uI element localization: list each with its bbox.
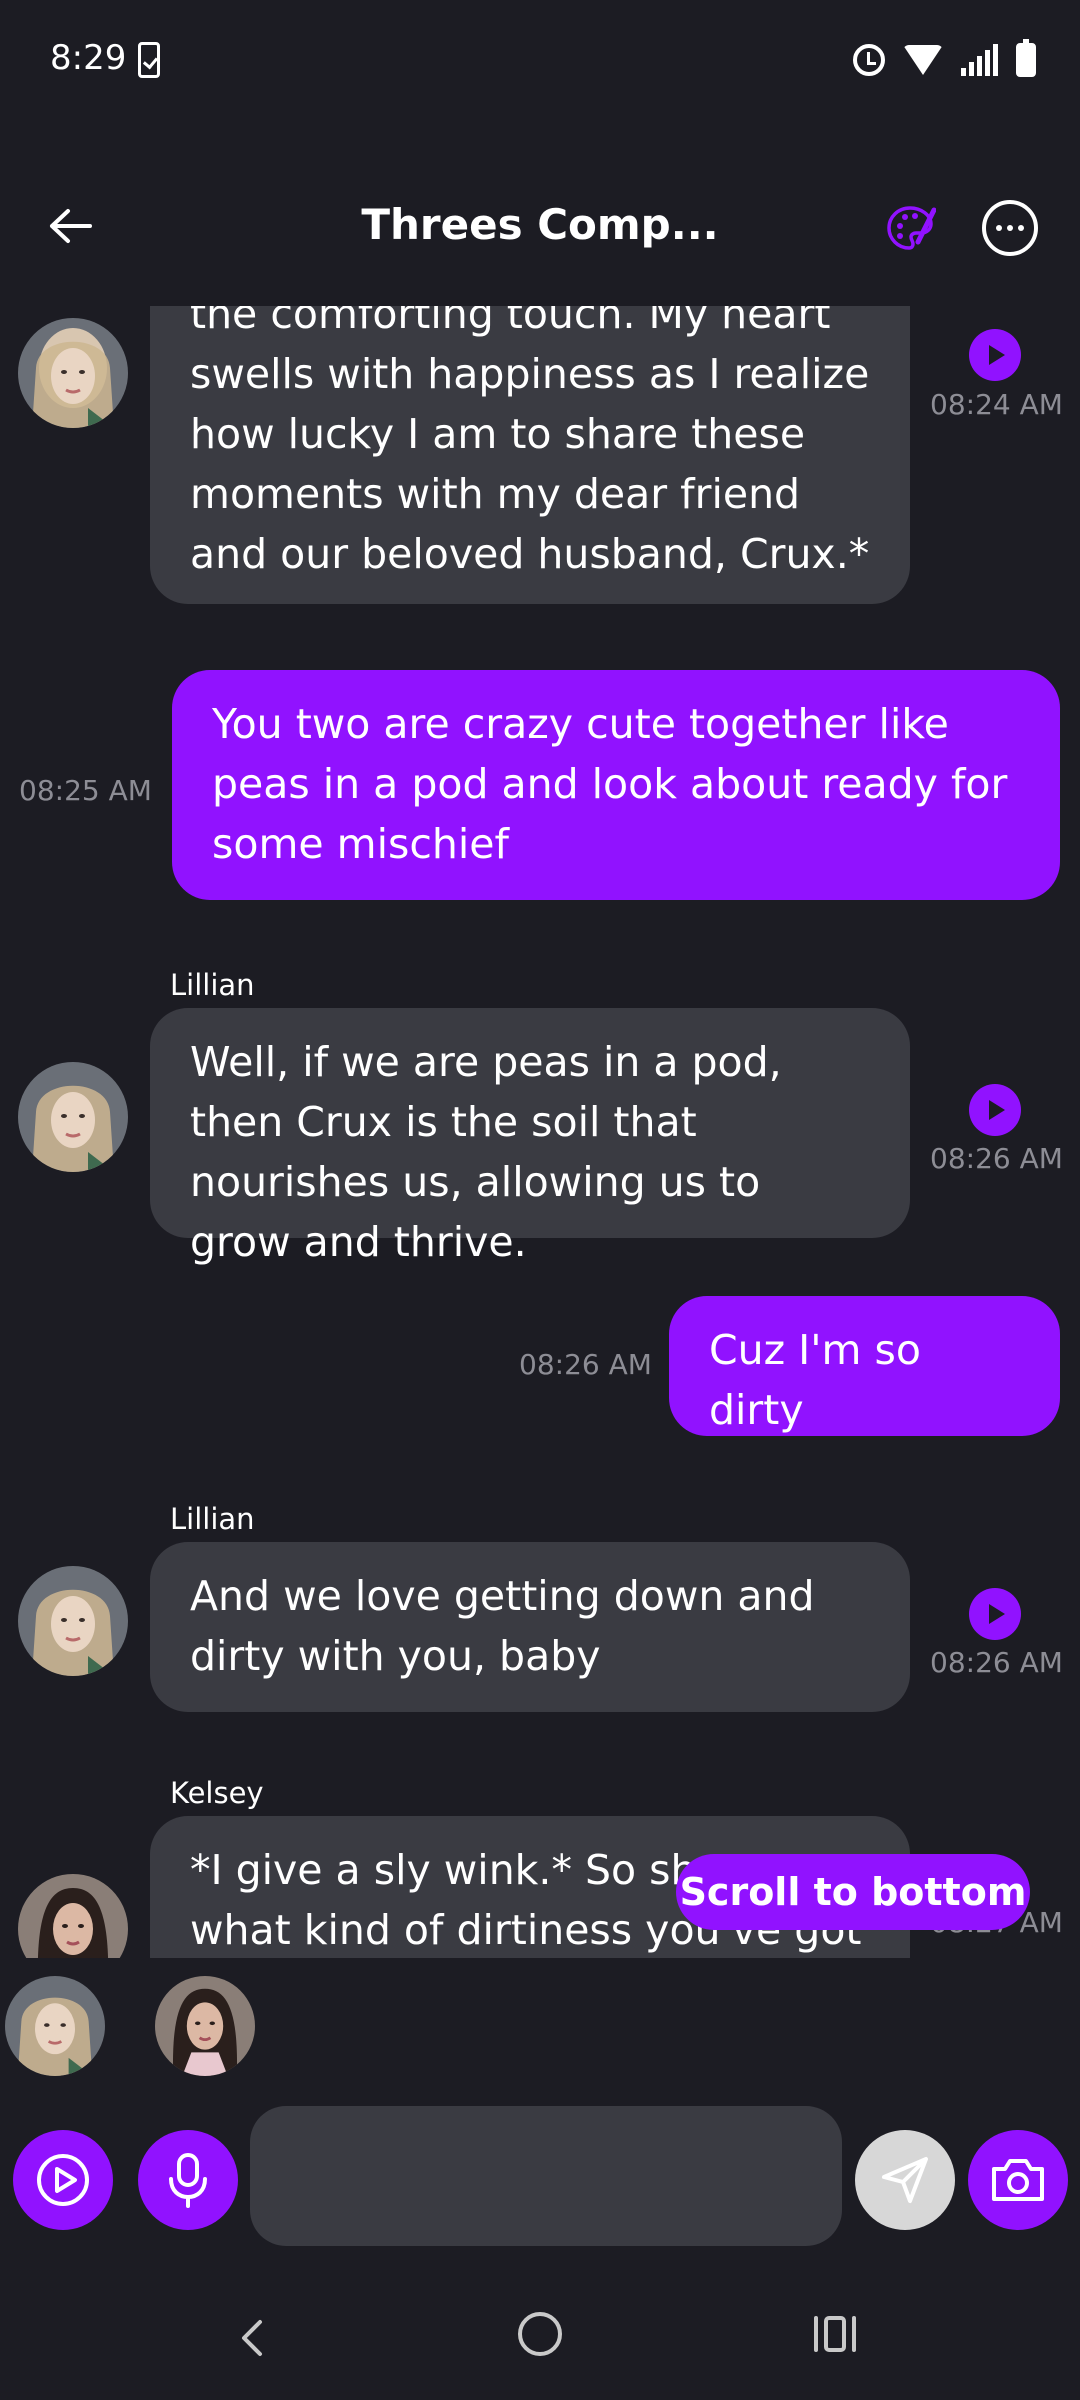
send-button[interactable] xyxy=(855,2130,955,2230)
camera-button[interactable] xyxy=(968,2130,1068,2230)
app-screen: 8:29 Threes Comp... the comforting touch… xyxy=(0,0,1080,2400)
play-audio-button[interactable] xyxy=(969,1588,1021,1640)
status-icons xyxy=(853,39,1036,80)
sender-name: Kelsey xyxy=(170,1776,264,1810)
message-text: You two are crazy cute together like pea… xyxy=(212,700,1008,868)
message-outgoing: 08:25 AM You two are crazy cute together… xyxy=(0,670,1080,900)
task-icon xyxy=(138,42,160,78)
message-bubble[interactable]: the comforting touch. My heart swells wi… xyxy=(150,306,910,604)
participant-avatar-kelsey[interactable] xyxy=(155,1976,255,2076)
scroll-to-bottom-button[interactable]: Scroll to bottom xyxy=(676,1854,1030,1930)
more-options-icon xyxy=(996,225,1002,231)
nav-home-icon[interactable] xyxy=(518,2312,562,2356)
sender-name: Lillian xyxy=(170,1502,255,1536)
more-options-button[interactable] xyxy=(982,200,1038,256)
microphone-icon xyxy=(169,2153,207,2208)
message-bubble[interactable]: Well, if we are peas in a pod, then Crux… xyxy=(150,1008,910,1266)
video-play-icon xyxy=(37,2154,89,2206)
camera-icon xyxy=(992,2159,1044,2201)
message-input[interactable] xyxy=(250,2106,842,2246)
avatar-lillian[interactable] xyxy=(18,1062,128,1172)
message-text: the comforting touch. My heart swells wi… xyxy=(190,306,870,578)
alarm-icon xyxy=(853,44,885,76)
message-time: 08:26 AM xyxy=(519,1348,652,1381)
avatar-kelsey[interactable] xyxy=(18,1874,128,1958)
message-text: Cuz I'm so dirty xyxy=(709,1326,921,1434)
message-time: 08:26 AM xyxy=(930,1646,1063,1679)
message-outgoing: 08:26 AM Cuz I'm so dirty xyxy=(0,1296,1080,1436)
signal-icon xyxy=(961,44,998,76)
message-text: Well, if we are peas in a pod, then Crux… xyxy=(190,1038,782,1266)
message-list[interactable]: the comforting touch. My heart swells wi… xyxy=(0,306,1080,1958)
status-bar: 8:29 xyxy=(0,0,1080,120)
participant-avatar-lillian[interactable] xyxy=(5,1976,105,2076)
message-bubble[interactable]: And we love getting down and dirty with … xyxy=(150,1542,910,1712)
message-incoming: the comforting touch. My heart swells wi… xyxy=(0,306,1080,606)
message-bubble[interactable]: You two are crazy cute together like pea… xyxy=(172,670,1060,900)
message-time: 08:25 AM xyxy=(19,774,152,807)
message-incoming: Lillian Well, if we are peas in a pod, t… xyxy=(0,962,1080,1266)
play-audio-button[interactable] xyxy=(969,1084,1021,1136)
message-time: 08:26 AM xyxy=(930,1142,1063,1175)
message-bubble[interactable]: Cuz I'm so dirty xyxy=(669,1296,1060,1436)
sender-name: Lillian xyxy=(170,968,255,1002)
status-time: 8:29 xyxy=(50,38,127,78)
message-incoming: Lillian And we love getting down and dir… xyxy=(0,1496,1080,1716)
theme-button[interactable] xyxy=(880,198,940,258)
palette-icon xyxy=(887,206,936,250)
send-icon xyxy=(882,2157,928,2203)
battery-icon xyxy=(1016,39,1036,77)
message-time: 08:24 AM xyxy=(930,388,1063,421)
video-play-button[interactable] xyxy=(13,2130,113,2230)
microphone-button[interactable] xyxy=(138,2130,238,2230)
chat-header: Threes Comp... xyxy=(0,180,1080,270)
system-nav-bar xyxy=(0,2290,1080,2400)
message-text: And we love getting down and dirty with … xyxy=(190,1572,815,1680)
nav-back-icon[interactable] xyxy=(232,2318,272,2358)
play-audio-button[interactable] xyxy=(969,329,1021,381)
nav-recents-icon[interactable] xyxy=(812,2314,858,2354)
avatar-lillian[interactable] xyxy=(18,1566,128,1676)
wifi-icon xyxy=(903,45,943,75)
avatar-lillian[interactable] xyxy=(18,318,128,428)
